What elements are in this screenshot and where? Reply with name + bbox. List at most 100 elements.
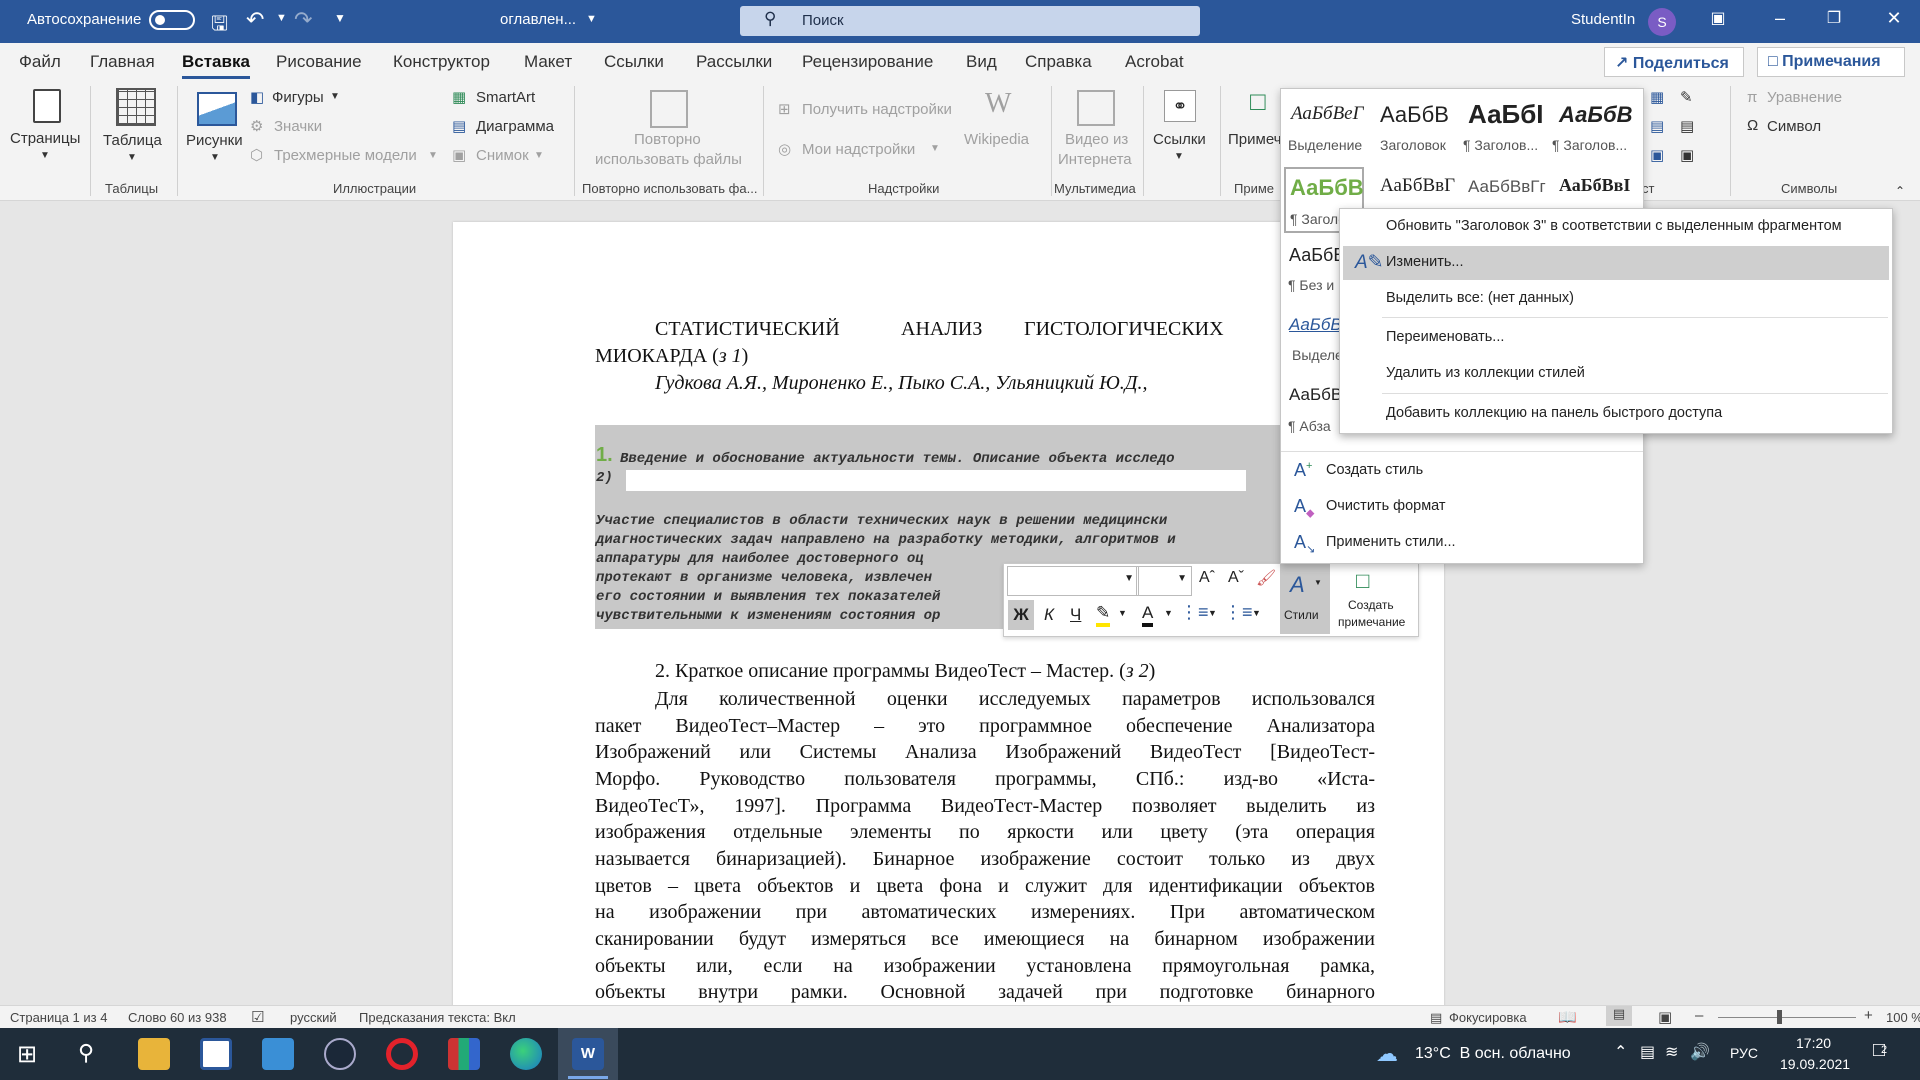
pictures-label[interactable]: Рисунки: [186, 132, 243, 149]
highlight-icon[interactable]: ✎: [1096, 603, 1111, 627]
tab-file[interactable]: Файл: [19, 52, 61, 72]
network-icon[interactable]: ▤: [1640, 1042, 1655, 1062]
grow-font-icon[interactable]: Aˆ: [1199, 569, 1215, 587]
input-language[interactable]: РУС: [1730, 1045, 1758, 1061]
create-style-item[interactable]: Создать стиль: [1326, 462, 1423, 478]
file-explorer-icon[interactable]: [138, 1038, 170, 1070]
style-name[interactable]: ¶ Абза: [1288, 418, 1331, 434]
tab-references[interactable]: Ссылки: [604, 52, 664, 72]
style-name[interactable]: Выделе: [1292, 347, 1343, 363]
restore-icon[interactable]: ❐: [1819, 8, 1849, 28]
text-predictions[interactable]: Предсказания текста: Вкл: [359, 1010, 516, 1025]
menu-item-add-to-qat[interactable]: Добавить коллекцию на панель быстрого до…: [1386, 405, 1722, 421]
shapes-dropdown-icon[interactable]: ▼: [330, 91, 340, 102]
font-color-icon[interactable]: A: [1142, 603, 1154, 627]
style-sample[interactable]: АаБбВ: [1289, 315, 1342, 335]
shapes-icon[interactable]: ◧: [250, 88, 264, 106]
page-count[interactable]: Страница 1 из 4: [10, 1010, 107, 1025]
new-comment-icon[interactable]: □: [1250, 86, 1266, 117]
tab-view[interactable]: Вид: [966, 52, 997, 72]
winrar-icon[interactable]: [448, 1038, 480, 1070]
clock-date[interactable]: 19.09.2021: [1780, 1056, 1850, 1072]
symbol-label[interactable]: Символ: [1767, 118, 1821, 135]
numbering-icon[interactable]: ⋮≡: [1224, 602, 1253, 623]
weather-text[interactable]: 13°C В осн. облачно: [1415, 1045, 1571, 1063]
shrink-font-icon[interactable]: Aˇ: [1228, 569, 1244, 587]
mail-icon[interactable]: [262, 1038, 294, 1070]
wifi-icon[interactable]: ≋: [1665, 1042, 1678, 1062]
volume-icon[interactable]: 🔊: [1690, 1042, 1710, 1062]
style-sample[interactable]: АаБбВ: [1559, 102, 1632, 128]
tab-review[interactable]: Рецензирование: [802, 52, 933, 72]
bold-button[interactable]: Ж: [1008, 600, 1034, 630]
smartart-icon[interactable]: ▦: [452, 88, 466, 106]
tab-draw[interactable]: Рисование: [276, 52, 362, 72]
menu-item-modify[interactable]: A✎ Изменить...: [1343, 246, 1889, 280]
table-dropdown-icon[interactable]: ▼: [127, 152, 137, 163]
tab-acrobat[interactable]: Acrobat: [1125, 52, 1184, 72]
pages-icon[interactable]: [33, 89, 61, 123]
user-name[interactable]: StudentIn: [1571, 11, 1635, 28]
menu-item-select-all[interactable]: Выделить все: (нет данных): [1386, 290, 1574, 306]
avatar[interactable]: S: [1648, 8, 1676, 36]
zoom-in-icon[interactable]: +: [1864, 1007, 1873, 1024]
bullets-icon[interactable]: ⋮≡: [1180, 602, 1209, 623]
clock-time[interactable]: 17:20: [1796, 1035, 1831, 1051]
tab-design[interactable]: Конструктор: [393, 52, 490, 72]
zoom-level[interactable]: 100 %: [1886, 1010, 1920, 1025]
datetime-icon[interactable]: ▤: [1680, 117, 1694, 135]
pictures-dropdown-icon[interactable]: ▼: [210, 152, 220, 163]
style-name[interactable]: ¶ Заголов...: [1463, 137, 1538, 153]
style-sample[interactable]: АаБбВвІ: [1559, 175, 1630, 196]
object-icon[interactable]: ▣: [1680, 146, 1694, 164]
language[interactable]: русский: [290, 1010, 337, 1025]
pictures-icon[interactable]: [197, 92, 237, 126]
style-sample[interactable]: АаБбI: [1468, 99, 1544, 130]
collapse-ribbon-icon[interactable]: ⌃: [1895, 184, 1905, 198]
store-icon[interactable]: [200, 1038, 232, 1070]
steam-icon[interactable]: [324, 1038, 356, 1070]
ribbon-display-icon[interactable]: ▣: [1703, 8, 1733, 28]
print-layout-icon[interactable]: ▤: [1606, 1006, 1632, 1026]
table-icon[interactable]: [116, 88, 156, 126]
links-dropdown-icon[interactable]: ▼: [1174, 151, 1184, 162]
document-name[interactable]: оглавлен...: [500, 11, 576, 28]
style-sample[interactable]: АаБбВеГ: [1291, 103, 1363, 125]
chevron-down-icon[interactable]: ▼: [1252, 608, 1261, 618]
style-name[interactable]: ¶ Заголов...: [1552, 137, 1627, 153]
links-icon[interactable]: ⚭: [1164, 90, 1196, 122]
tab-help[interactable]: Справка: [1025, 52, 1092, 72]
share-button[interactable]: ↗ Поделиться: [1604, 47, 1744, 77]
tab-insert[interactable]: Вставка: [182, 52, 250, 79]
windows-start-icon[interactable]: ⊞: [17, 1040, 37, 1069]
close-icon[interactable]: ✕: [1879, 8, 1909, 29]
symbol-icon[interactable]: Ω: [1747, 117, 1758, 134]
wordart-icon[interactable]: ▤: [1650, 117, 1664, 135]
style-sample[interactable]: АаБбВ: [1289, 385, 1342, 405]
minimize-icon[interactable]: –: [1765, 8, 1795, 29]
web-layout-icon[interactable]: ▣: [1658, 1008, 1672, 1026]
style-sample[interactable]: АаБбВвГ: [1380, 175, 1455, 197]
word-count[interactable]: Слово 60 из 938: [128, 1010, 227, 1025]
styles-button[interactable]: A ▼ Стили: [1280, 564, 1330, 634]
zoom-out-icon[interactable]: –: [1695, 1007, 1703, 1024]
screenshot-dropdown-icon[interactable]: ▼: [534, 150, 544, 161]
tab-home[interactable]: Главная: [90, 52, 155, 72]
style-sample[interactable]: АаБбВ: [1289, 245, 1345, 266]
format-painter-icon[interactable]: 🖌: [1256, 568, 1276, 588]
apply-styles-item[interactable]: Применить стили...: [1326, 534, 1456, 550]
clear-format-item[interactable]: Очистить формат: [1326, 498, 1446, 514]
shapes-label[interactable]: Фигуры: [272, 89, 324, 106]
search-box[interactable]: ⚲ Поиск: [740, 6, 1200, 36]
edge-icon[interactable]: [510, 1038, 542, 1070]
new-comment-label-2[interactable]: примечание: [1338, 615, 1405, 629]
font-size-combo[interactable]: ▼: [1136, 566, 1192, 596]
word-taskbar-button[interactable]: W: [558, 1028, 618, 1080]
links-label[interactable]: Ссылки: [1153, 131, 1206, 148]
font-name-combo[interactable]: ▼: [1007, 566, 1139, 596]
save-icon[interactable]: 🖫: [211, 9, 228, 43]
style-name[interactable]: Выделение: [1288, 137, 1362, 153]
style-name[interactable]: ¶ Без и: [1288, 277, 1334, 293]
tray-chevron-icon[interactable]: ⌃: [1614, 1042, 1627, 1062]
opera-icon[interactable]: [386, 1038, 418, 1070]
